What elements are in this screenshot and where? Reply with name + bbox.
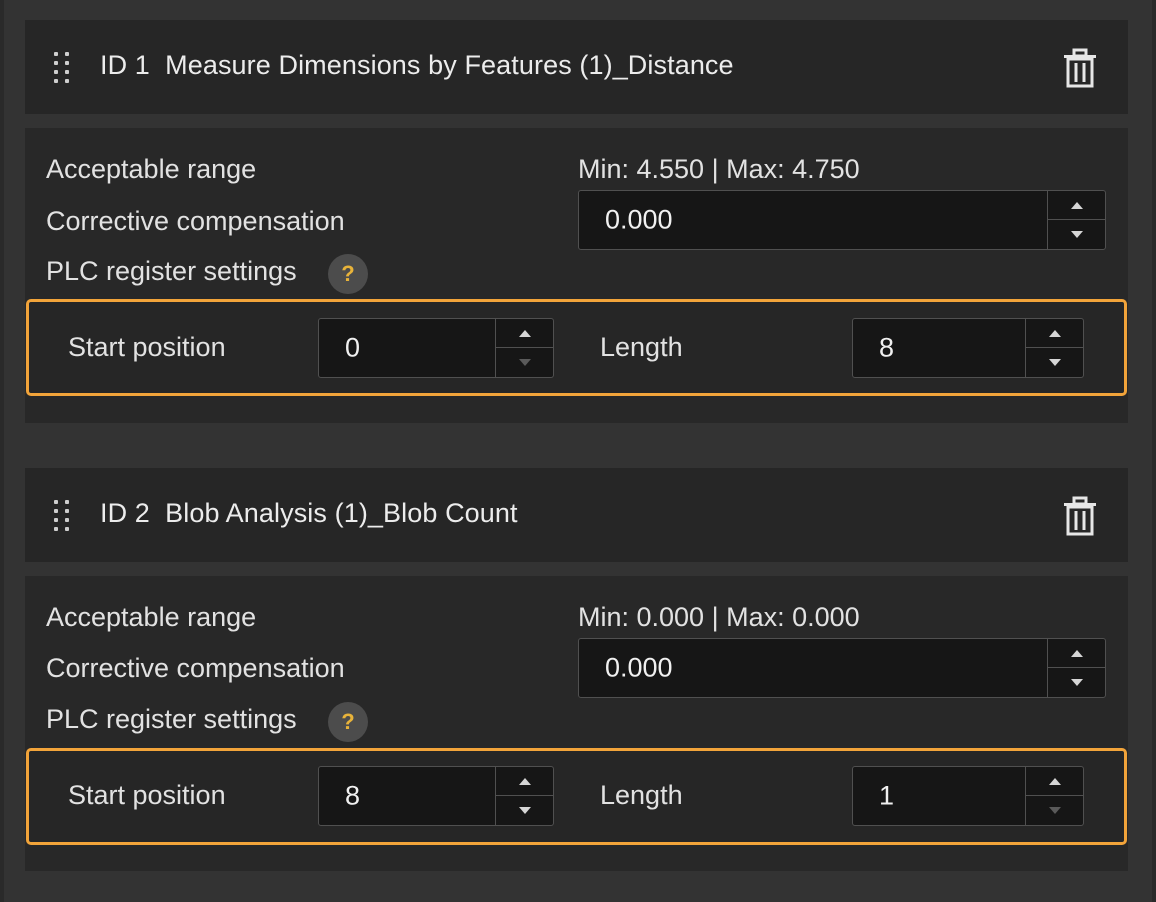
arrow-up-icon <box>518 329 531 337</box>
item-1-start-label: Start position <box>68 332 226 362</box>
item-2-range-label: Acceptable range <box>46 602 257 632</box>
compensation-value[interactable]: 0.000 <box>605 205 673 236</box>
item-2-length-spinbox[interactable]: 1 <box>852 766 1084 826</box>
spin-buttons <box>1047 191 1105 249</box>
arrow-down-icon <box>1048 807 1061 814</box>
arrow-down-icon <box>518 359 531 366</box>
increment-button[interactable] <box>1048 639 1105 668</box>
increment-button[interactable] <box>1026 767 1083 796</box>
item-2-compensation-label: Corrective compensation <box>46 653 345 683</box>
item-1-title: ID 1 Measure Dimensions by Features (1)_… <box>100 50 734 80</box>
increment-button[interactable] <box>496 767 553 796</box>
increment-button[interactable] <box>1048 191 1105 220</box>
arrow-down-icon <box>518 807 531 814</box>
arrow-up-icon <box>518 777 531 785</box>
drag-handle-icon[interactable] <box>54 500 76 532</box>
arrow-up-icon <box>1048 329 1061 337</box>
trash-icon[interactable] <box>1060 496 1100 536</box>
panel-left-edge <box>0 0 4 902</box>
arrow-down-icon <box>1070 231 1083 238</box>
item-1-compensation-spinbox[interactable]: 0.000 <box>578 190 1106 250</box>
help-icon[interactable]: ? <box>328 254 368 294</box>
item-2-title: ID 2 Blob Analysis (1)_Blob Count <box>100 498 518 528</box>
length-value[interactable]: 8 <box>879 333 894 364</box>
arrow-down-icon <box>1070 679 1083 686</box>
spin-buttons <box>1025 767 1083 825</box>
start-value[interactable]: 8 <box>345 781 360 812</box>
drag-handle-icon[interactable] <box>54 52 76 84</box>
decrement-button[interactable] <box>496 796 553 825</box>
decrement-button[interactable] <box>1048 220 1105 249</box>
item-2-range-value: Min: 0.000 | Max: 0.000 <box>578 602 860 632</box>
decrement-button[interactable] <box>1026 796 1083 825</box>
item-1-range-value: Min: 4.550 | Max: 4.750 <box>578 154 860 184</box>
panel-right-edge <box>1152 0 1156 902</box>
compensation-value[interactable]: 0.000 <box>605 653 673 684</box>
item-1-plc-label: PLC register settings <box>46 256 297 286</box>
item-2-start-label: Start position <box>68 780 226 810</box>
item-2-header: ID 2 Blob Analysis (1)_Blob Count <box>25 468 1128 562</box>
item-1-header: ID 1 Measure Dimensions by Features (1)_… <box>25 20 1128 114</box>
arrow-up-icon <box>1070 649 1083 657</box>
increment-button[interactable] <box>496 319 553 348</box>
item-2-length-label: Length <box>600 780 683 810</box>
spin-buttons <box>495 319 553 377</box>
item-2-plc-label: PLC register settings <box>46 704 297 734</box>
help-icon[interactable]: ? <box>328 702 368 742</box>
spin-buttons <box>495 767 553 825</box>
item-1-compensation-label: Corrective compensation <box>46 206 345 236</box>
item-1-length-label: Length <box>600 332 683 362</box>
arrow-up-icon <box>1070 201 1083 209</box>
item-2-start-spinbox[interactable]: 8 <box>318 766 554 826</box>
increment-button[interactable] <box>1026 319 1083 348</box>
spin-buttons <box>1047 639 1105 697</box>
length-value[interactable]: 1 <box>879 781 894 812</box>
measurement-output-panel: ID 1 Measure Dimensions by Features (1)_… <box>0 0 1156 902</box>
item-1-start-spinbox[interactable]: 0 <box>318 318 554 378</box>
decrement-button[interactable] <box>1026 348 1083 377</box>
item-1-range-label: Acceptable range <box>46 154 257 184</box>
trash-icon[interactable] <box>1060 48 1100 88</box>
arrow-down-icon <box>1048 359 1061 366</box>
spin-buttons <box>1025 319 1083 377</box>
decrement-button[interactable] <box>496 348 553 377</box>
arrow-up-icon <box>1048 777 1061 785</box>
start-value[interactable]: 0 <box>345 333 360 364</box>
item-1-length-spinbox[interactable]: 8 <box>852 318 1084 378</box>
decrement-button[interactable] <box>1048 668 1105 697</box>
item-2-compensation-spinbox[interactable]: 0.000 <box>578 638 1106 698</box>
